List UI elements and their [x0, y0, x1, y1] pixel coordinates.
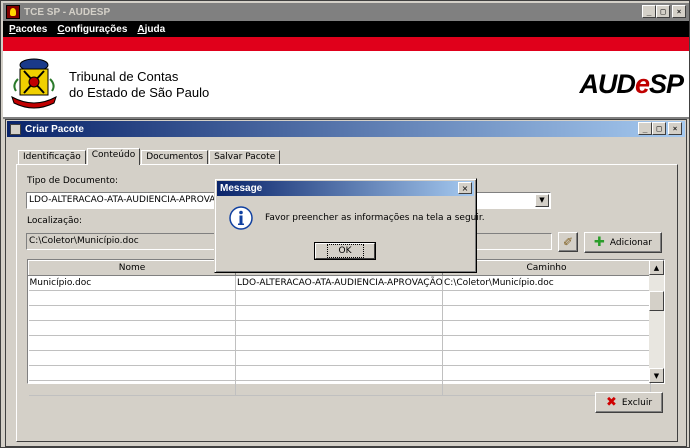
- cell-empty: [28, 335, 236, 351]
- cell-empty: [235, 365, 443, 381]
- tipo-documento-value: LDO-ALTERACAO-ATA-AUDIENCIA-APROVAÇÃO: [29, 195, 235, 205]
- dialog-message: Favor preencher as informações na tela a…: [265, 213, 485, 223]
- menu-configuracoes-mnemonic: C: [57, 23, 65, 35]
- adicionar-label: Adicionar: [609, 237, 652, 248]
- window-icon: [10, 123, 21, 135]
- cell-empty: [28, 350, 236, 366]
- menu-ajuda-mnemonic: A: [137, 23, 145, 35]
- file-picker-icon: ✐: [562, 235, 574, 249]
- audesp-logo: AUDeSP: [579, 69, 684, 100]
- cell-empty: [235, 320, 443, 336]
- cell-tipo: LDO-ALTERACAO-ATA-AUDIENCIA-APROVAÇÃO: [235, 275, 443, 291]
- dialog-title-bar[interactable]: Message ×: [217, 181, 474, 196]
- tab-identificacao[interactable]: Identificação: [18, 150, 86, 164]
- inner-minimize-button[interactable]: _: [638, 122, 652, 135]
- cell-empty: [28, 320, 236, 336]
- cell-empty: [28, 365, 236, 381]
- menu-bar: Pacotes Configurações Ajuda: [3, 21, 689, 37]
- x-icon: ✖: [605, 395, 617, 410]
- table-row-empty[interactable]: [28, 335, 651, 351]
- audesp-logo-aud: AUD: [579, 69, 635, 99]
- files-table: Nome Tipo de Documento Caminho Município…: [27, 259, 665, 396]
- dialog-close-button[interactable]: ×: [458, 182, 472, 194]
- cell-empty: [442, 365, 651, 381]
- table-row-empty[interactable]: [28, 290, 651, 306]
- tab-documentos[interactable]: Documentos: [141, 150, 209, 164]
- table-row[interactable]: Município.doc LDO-ALTERACAO-ATA-AUDIENCI…: [28, 275, 651, 291]
- dialog-title: Message: [220, 183, 263, 194]
- menu-configuracoes[interactable]: Configurações: [57, 24, 127, 35]
- table-row-empty[interactable]: [28, 350, 651, 366]
- inner-close-button[interactable]: ×: [668, 122, 682, 135]
- cell-empty: [442, 350, 651, 366]
- menu-pacotes-label: acotes: [15, 23, 48, 35]
- app-title-bar[interactable]: TCE SP - AUDESP _ □ ×: [3, 3, 689, 21]
- localizacao-label: Localização:: [27, 216, 83, 226]
- org-name-line2: do Estado de São Paulo: [69, 85, 210, 100]
- menu-pacotes[interactable]: Pacotes: [9, 24, 47, 35]
- menu-pacotes-mnemonic: P: [9, 23, 16, 35]
- app-title: TCE SP - AUDESP: [24, 6, 111, 18]
- cell-empty: [442, 320, 651, 336]
- cell-empty: [442, 335, 651, 351]
- org-name-line1: Tribunal de Contas: [69, 69, 179, 84]
- criar-pacote-title-bar[interactable]: Criar Pacote _ □ ×: [7, 121, 685, 137]
- cell-empty: [235, 290, 443, 306]
- ok-label: OK: [326, 244, 364, 258]
- main-window: TCE SP - AUDESP _ □ × Pacotes Configuraç…: [0, 0, 690, 448]
- scroll-thumb[interactable]: [649, 291, 664, 311]
- cell-empty: [28, 380, 236, 396]
- files-table-grid: Nome Tipo de Documento Caminho Município…: [28, 260, 651, 396]
- cell-empty: [235, 335, 443, 351]
- close-button[interactable]: ×: [672, 5, 686, 18]
- audesp-logo-e: e: [634, 69, 650, 99]
- cell-empty: [235, 350, 443, 366]
- info-icon: [229, 206, 253, 230]
- cell-empty: [235, 380, 443, 396]
- cell-caminho: C:\Coletor\Município.doc: [442, 275, 651, 291]
- message-dialog: Message × Favor preencher as informações…: [214, 178, 485, 273]
- tab-conteudo[interactable]: Conteúdo: [86, 148, 141, 165]
- minimize-button[interactable]: _: [642, 5, 656, 18]
- maximize-button[interactable]: □: [656, 5, 670, 18]
- tipo-documento-label: Tipo de Documento:: [27, 176, 119, 186]
- column-header-nome[interactable]: Nome: [28, 260, 236, 276]
- audesp-logo-sp: SP: [648, 69, 684, 99]
- cell-nome: Município.doc: [28, 275, 236, 291]
- menu-ajuda-label: juda: [144, 23, 166, 35]
- cell-empty: [235, 305, 443, 321]
- table-row-empty[interactable]: [28, 365, 651, 381]
- excluir-button[interactable]: ✖ Excluir: [595, 392, 663, 413]
- table-row-empty[interactable]: [28, 320, 651, 336]
- scroll-down-icon[interactable]: ▼: [649, 368, 664, 383]
- org-name: Tribunal de Contas do Estado de São Paul…: [69, 69, 209, 101]
- inner-maximize-button[interactable]: □: [652, 122, 666, 135]
- red-strip: [3, 37, 689, 51]
- header-banner: Tribunal de Contas do Estado de São Paul…: [3, 51, 689, 117]
- plus-icon: ✚: [594, 235, 605, 250]
- ok-button[interactable]: OK: [314, 242, 376, 260]
- table-row-empty[interactable]: [28, 380, 651, 396]
- tce-crest-logo: [11, 58, 57, 109]
- tab-salvar-pacote[interactable]: Salvar Pacote: [209, 150, 281, 164]
- cell-empty: [442, 305, 651, 321]
- cell-empty: [28, 290, 236, 306]
- tce-crest-icon: [6, 5, 20, 19]
- tab-strip: Identificação Conteúdo Documentos Salvar…: [18, 148, 281, 165]
- chevron-down-icon[interactable]: ▼: [535, 194, 549, 207]
- menu-configuracoes-label: onfigurações: [64, 23, 128, 35]
- cell-empty: [442, 290, 651, 306]
- table-row-empty[interactable]: [28, 305, 651, 321]
- cell-empty: [28, 305, 236, 321]
- criar-pacote-title: Criar Pacote: [25, 123, 84, 135]
- scroll-up-icon[interactable]: ▲: [649, 260, 664, 275]
- browse-button[interactable]: ✐: [558, 232, 578, 252]
- excluir-label: Excluir: [621, 397, 653, 408]
- table-scrollbar[interactable]: ▲ ▼: [649, 260, 664, 383]
- adicionar-button[interactable]: ✚ Adicionar: [584, 232, 662, 253]
- menu-ajuda[interactable]: Ajuda: [137, 24, 165, 35]
